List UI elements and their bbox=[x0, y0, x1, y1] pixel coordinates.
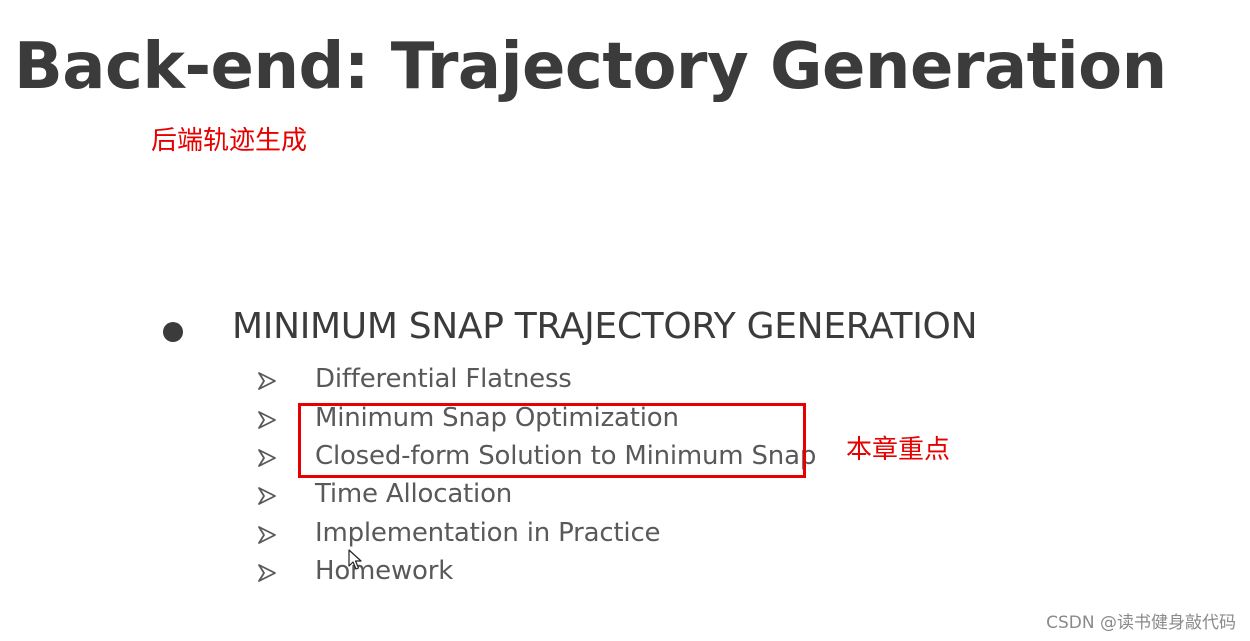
chinese-subtitle-annotation: 后端轨迹生成 bbox=[151, 126, 308, 156]
watermark: CSDN @读书健身敲代码 bbox=[1046, 613, 1236, 633]
sub-item-label: Differential Flatness bbox=[315, 364, 572, 394]
slide-canvas: Back-end: Trajectory Generation 后端轨迹生成 M… bbox=[0, 0, 1250, 641]
mouse-cursor-icon bbox=[348, 549, 362, 570]
chapter-focus-annotation: 本章重点 bbox=[846, 435, 951, 465]
slide-title: Back-end: Trajectory Generation bbox=[14, 30, 1167, 104]
arrowhead-bullet-icon bbox=[258, 526, 276, 544]
arrowhead-bullet-icon bbox=[258, 487, 276, 505]
filled-circle-bullet-icon bbox=[163, 322, 183, 342]
arrowhead-bullet-icon bbox=[258, 372, 276, 390]
arrowhead-bullet-icon bbox=[258, 449, 276, 467]
highlight-box bbox=[298, 403, 806, 478]
sub-item-label: Implementation in Practice bbox=[315, 518, 661, 548]
arrowhead-bullet-icon bbox=[258, 411, 276, 429]
arrowhead-bullet-icon bbox=[258, 564, 276, 582]
sub-item-label: Homework bbox=[315, 556, 454, 586]
main-bullet-text: MINIMUM SNAP TRAJECTORY GENERATION bbox=[232, 306, 978, 347]
sub-item-label: Time Allocation bbox=[315, 479, 513, 509]
